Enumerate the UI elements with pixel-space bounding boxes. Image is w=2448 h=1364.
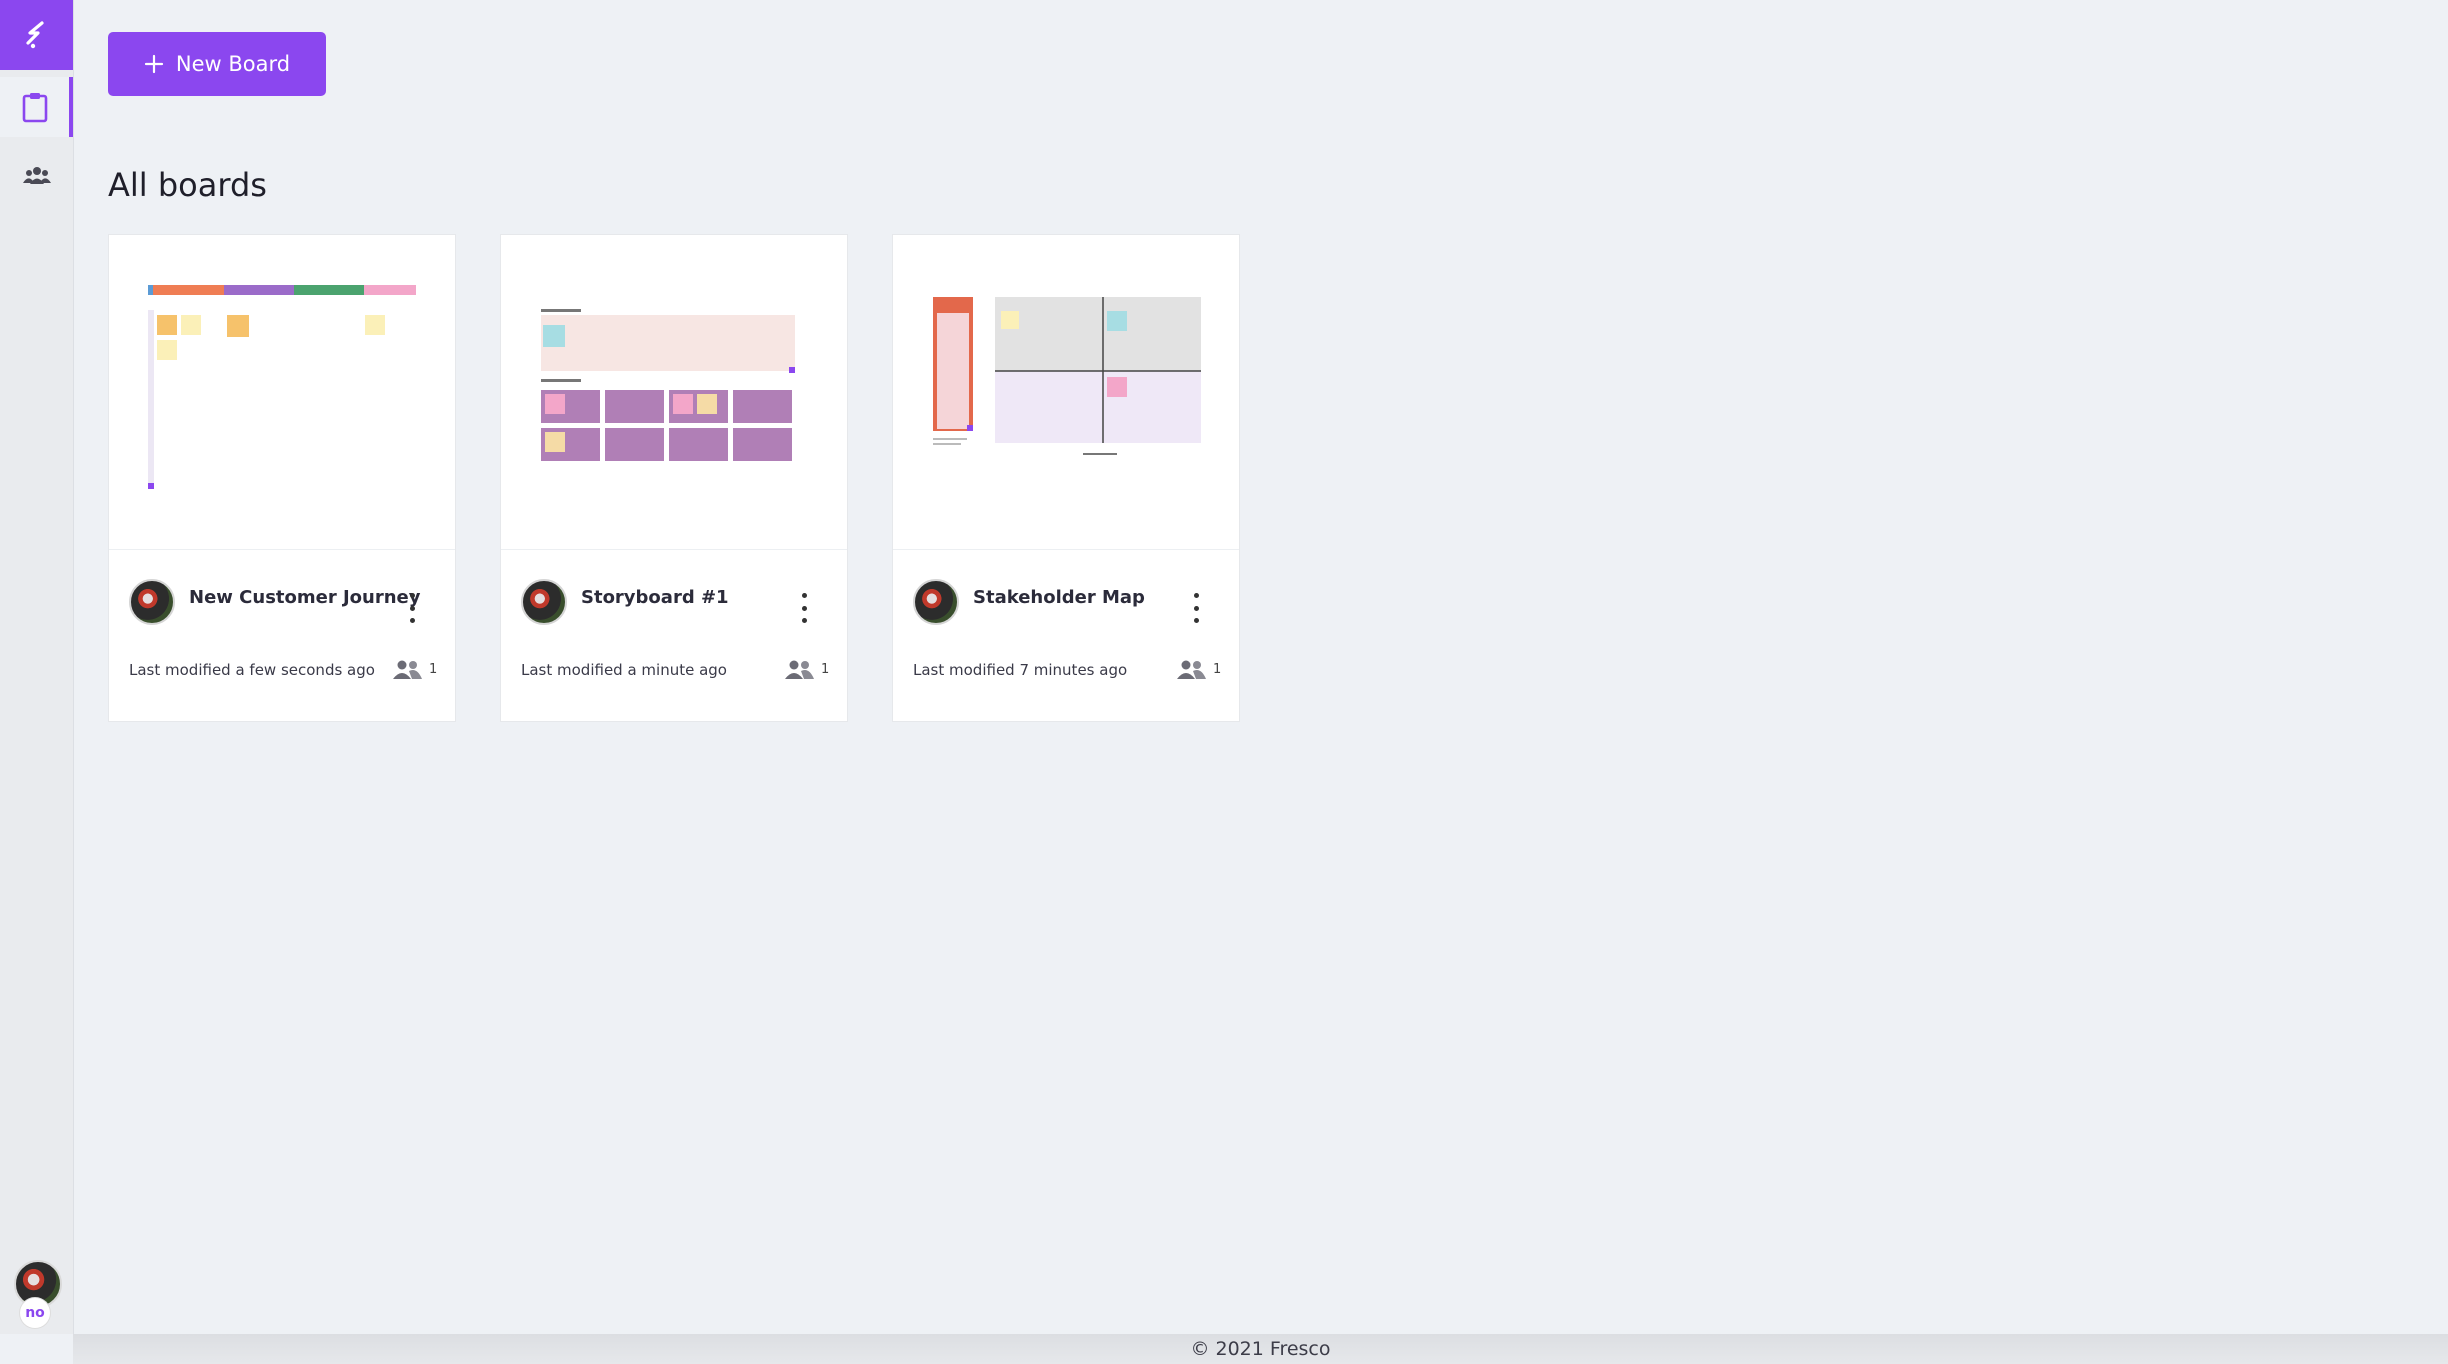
new-board-label: New Board [175, 52, 291, 76]
member-count: 1 [783, 659, 829, 679]
board-title[interactable]: Storyboard #1 [581, 587, 729, 608]
board-thumbnail[interactable] [501, 235, 847, 550]
user-initials-badge: no [20, 1298, 50, 1328]
last-modified: Last modified 7 minutes ago [913, 661, 1128, 679]
last-modified: Last modified a minute ago [521, 661, 727, 679]
plus-icon [144, 54, 163, 74]
member-count-value: 1 [429, 661, 438, 677]
users-icon [1177, 660, 1206, 679]
sidebar-item-teams[interactable] [0, 145, 73, 205]
users-icon [22, 167, 51, 184]
member-count-value: 1 [821, 661, 830, 677]
more-options-icon[interactable] [799, 593, 809, 623]
new-board-button[interactable]: New Board [108, 32, 326, 96]
app-logo[interactable] [0, 0, 73, 70]
fresco-logo-icon [25, 21, 44, 49]
owner-avatar [521, 579, 567, 625]
users-icon [393, 660, 422, 679]
member-count: 1 [391, 659, 437, 679]
page-title: All boards [108, 166, 267, 204]
owner-avatar [913, 579, 959, 625]
footer: © 2021 Fresco [73, 1334, 2448, 1364]
board-thumbnail[interactable] [109, 235, 455, 550]
copyright-text: © 2021 Fresco [1190, 1338, 1331, 1360]
board-card[interactable]: Storyboard #1 Last modified a minute ago… [500, 234, 848, 722]
board-card[interactable]: New Customer Journey Last modified a few… [108, 234, 456, 722]
clipboard-icon [22, 93, 47, 123]
storyboard-preview [541, 309, 795, 461]
journey-preview [148, 285, 416, 489]
stakeholder-map-preview [933, 297, 1201, 455]
board-thumbnail[interactable] [893, 235, 1239, 550]
board-card[interactable]: Stakeholder Map Last modified 7 minutes … [892, 234, 1240, 722]
sidebar-item-boards[interactable] [0, 77, 73, 137]
member-count: 1 [1175, 659, 1221, 679]
owner-avatar [129, 579, 175, 625]
more-options-icon[interactable] [1191, 593, 1201, 623]
last-modified: Last modified a few seconds ago [129, 661, 375, 679]
member-count-value: 1 [1213, 661, 1222, 677]
more-options-icon[interactable] [407, 593, 417, 623]
sidebar: no [0, 0, 74, 1334]
board-title[interactable]: New Customer Journey [189, 587, 421, 608]
users-icon [785, 660, 814, 679]
board-title[interactable]: Stakeholder Map [973, 587, 1145, 608]
